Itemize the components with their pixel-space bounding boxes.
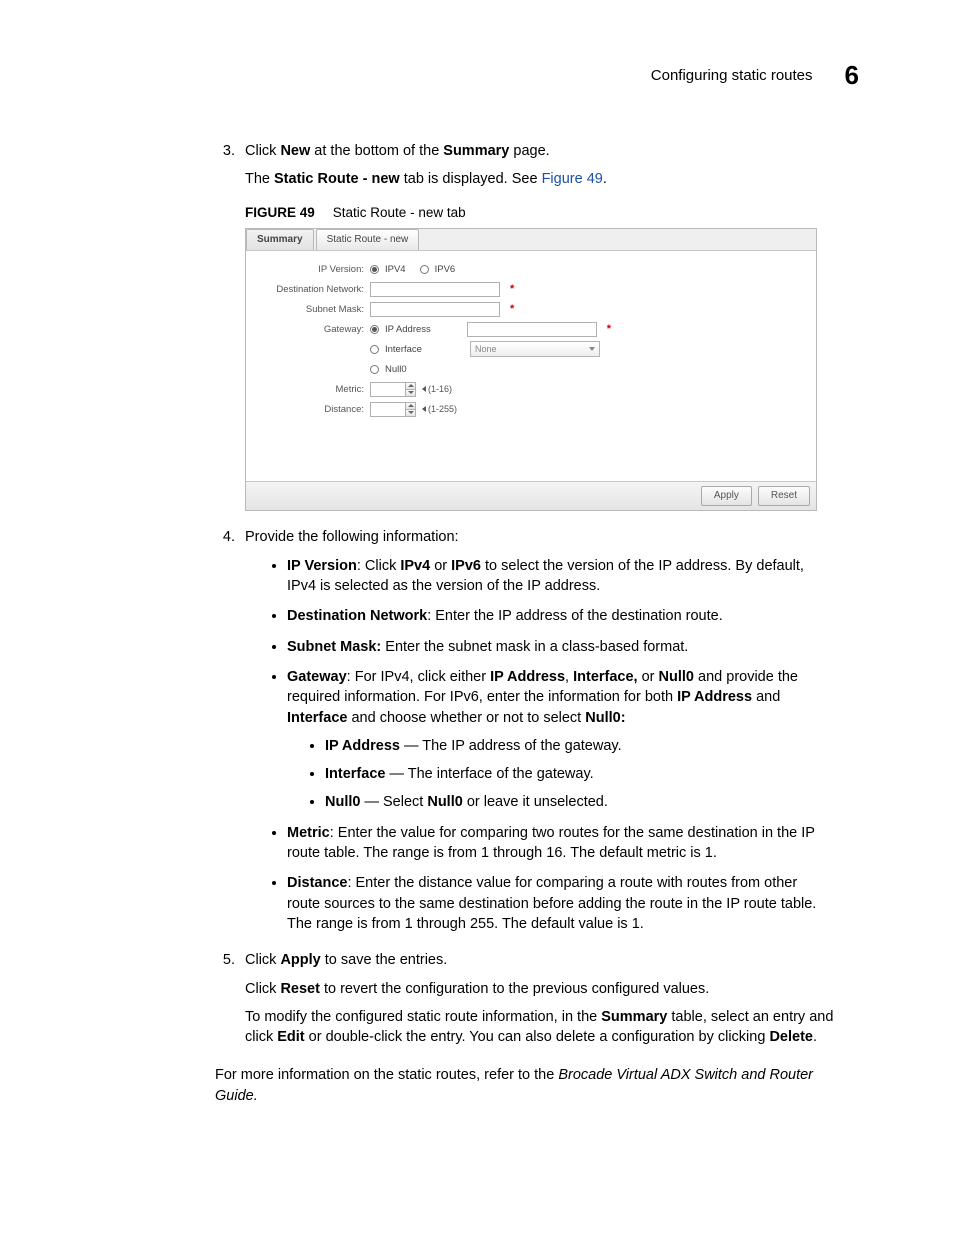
- figure-caption: FIGURE 49 Static Route - new tab: [245, 204, 834, 223]
- input-gateway-ip[interactable]: [467, 322, 597, 337]
- step-5-line-1: Click Apply to save the entries.: [245, 950, 834, 970]
- ref-summary-table: Summary: [601, 1009, 667, 1025]
- ref-delete: Delete: [769, 1029, 813, 1045]
- step-4-intro: Provide the following information:: [245, 527, 834, 547]
- input-distance[interactable]: [370, 402, 406, 417]
- xref-figure-49[interactable]: Figure 49: [542, 171, 603, 187]
- step-4-bullets: IP Version: Click IPv4 or IPv6 to select…: [245, 556, 834, 934]
- step-number: 3.: [215, 141, 235, 521]
- radio-ipv6[interactable]: [420, 265, 429, 274]
- radio-ipv4-label: IPV4: [385, 263, 406, 276]
- chevron-down-icon: [589, 347, 595, 351]
- reset-button[interactable]: Reset: [758, 486, 810, 506]
- label-destination-network: Destination Network:: [260, 283, 370, 296]
- step-number: 4.: [215, 527, 235, 944]
- outro-paragraph: For more information on the static route…: [215, 1065, 834, 1106]
- header-chapter-number: 6: [845, 60, 859, 91]
- step-3: 3. Click New at the bottom of the Summar…: [215, 141, 834, 521]
- radio-gw-ip-label: IP Address: [385, 323, 431, 336]
- shot-tabs: Summary Static Route - new: [246, 229, 816, 251]
- ref-summary: Summary: [443, 143, 509, 159]
- bullet-gateway: Gateway: For IPv4, click either IP Addre…: [287, 667, 834, 813]
- step-5: 5. Click Apply to save the entries. Clic…: [215, 950, 834, 1055]
- input-subnet-mask[interactable]: [370, 302, 500, 317]
- spinner-distance[interactable]: [370, 402, 416, 417]
- apply-button[interactable]: Apply: [701, 486, 752, 506]
- radio-ipv6-label: IPV6: [435, 263, 456, 276]
- step-3-line-1: Click New at the bottom of the Summary p…: [245, 141, 834, 161]
- spinner-metric[interactable]: [370, 382, 416, 397]
- radio-gw-interface-label: Interface: [385, 343, 422, 356]
- select-interface-value: None: [475, 343, 497, 356]
- spinner-up-icon[interactable]: [406, 402, 416, 409]
- ref-reset: Reset: [280, 981, 320, 997]
- input-metric[interactable]: [370, 382, 406, 397]
- label-subnet-mask: Subnet Mask:: [260, 303, 370, 316]
- step-5-line-3: To modify the configured static route in…: [245, 1007, 834, 1048]
- ref-new: New: [280, 143, 310, 159]
- spinner-down-icon[interactable]: [406, 389, 416, 397]
- hint-caret-icon: [422, 406, 426, 412]
- page: Configuring static routes 6 3. Click New…: [0, 0, 954, 1235]
- label-ip-version: IP Version:: [260, 263, 370, 276]
- input-destination-network[interactable]: [370, 282, 500, 297]
- label-distance: Distance:: [260, 403, 370, 416]
- required-icon: *: [510, 302, 514, 317]
- radio-gw-null0-label: Null0: [385, 363, 407, 376]
- content: 3. Click New at the bottom of the Summar…: [215, 141, 834, 1055]
- step-3-line-2: The Static Route - new tab is displayed.…: [245, 169, 834, 189]
- tab-static-route-new[interactable]: Static Route - new: [316, 229, 420, 250]
- step-5-line-2: Click Reset to revert the configuration …: [245, 979, 834, 999]
- page-header: Configuring static routes 6: [95, 60, 859, 91]
- metric-range-hint: (1-16): [422, 383, 452, 396]
- label-metric: Metric:: [260, 383, 370, 396]
- figure-title: Static Route - new tab: [333, 205, 466, 220]
- sub-null0: Null0 — Select Null0 or leave it unselec…: [325, 792, 834, 812]
- radio-gw-ip[interactable]: [370, 325, 379, 334]
- spinner-down-icon[interactable]: [406, 409, 416, 417]
- bullet-ip-version: IP Version: Click IPv4 or IPv6 to select…: [287, 556, 834, 597]
- select-interface[interactable]: None: [470, 341, 600, 357]
- bullet-subnet-mask: Subnet Mask: Enter the subnet mask in a …: [287, 637, 834, 657]
- step-number: 5.: [215, 950, 235, 1055]
- gateway-sublist: IP Address — The IP address of the gatew…: [287, 736, 834, 813]
- spinner-up-icon[interactable]: [406, 382, 416, 389]
- label-gateway: Gateway:: [260, 323, 370, 336]
- sub-interface: Interface — The interface of the gateway…: [325, 764, 834, 784]
- ref-edit: Edit: [277, 1029, 304, 1045]
- required-icon: *: [510, 282, 514, 297]
- radio-ipv4[interactable]: [370, 265, 379, 274]
- figure-label: FIGURE 49: [245, 205, 315, 220]
- bullet-metric: Metric: Enter the value for comparing tw…: [287, 823, 834, 864]
- radio-gw-interface[interactable]: [370, 345, 379, 354]
- bullet-distance: Distance: Enter the distance value for c…: [287, 873, 834, 934]
- shot-footer: Apply Reset: [246, 481, 816, 510]
- step-4: 4. Provide the following information: IP…: [215, 527, 834, 944]
- tab-summary[interactable]: Summary: [246, 229, 314, 250]
- distance-range-hint: (1-255): [422, 403, 457, 416]
- ref-tab-name: Static Route - new: [274, 171, 400, 187]
- screenshot-static-route-new: Summary Static Route - new IP Version: I…: [245, 228, 817, 511]
- required-icon: *: [607, 322, 611, 337]
- sub-ip-address: IP Address — The IP address of the gatew…: [325, 736, 834, 756]
- hint-caret-icon: [422, 386, 426, 392]
- shot-form: IP Version: IPV4 IPV6 Destination Networ…: [246, 251, 816, 481]
- header-section-title: Configuring static routes: [651, 67, 813, 84]
- radio-gw-null0[interactable]: [370, 365, 379, 374]
- bullet-destination-network: Destination Network: Enter the IP addres…: [287, 606, 834, 626]
- ref-apply: Apply: [280, 952, 320, 968]
